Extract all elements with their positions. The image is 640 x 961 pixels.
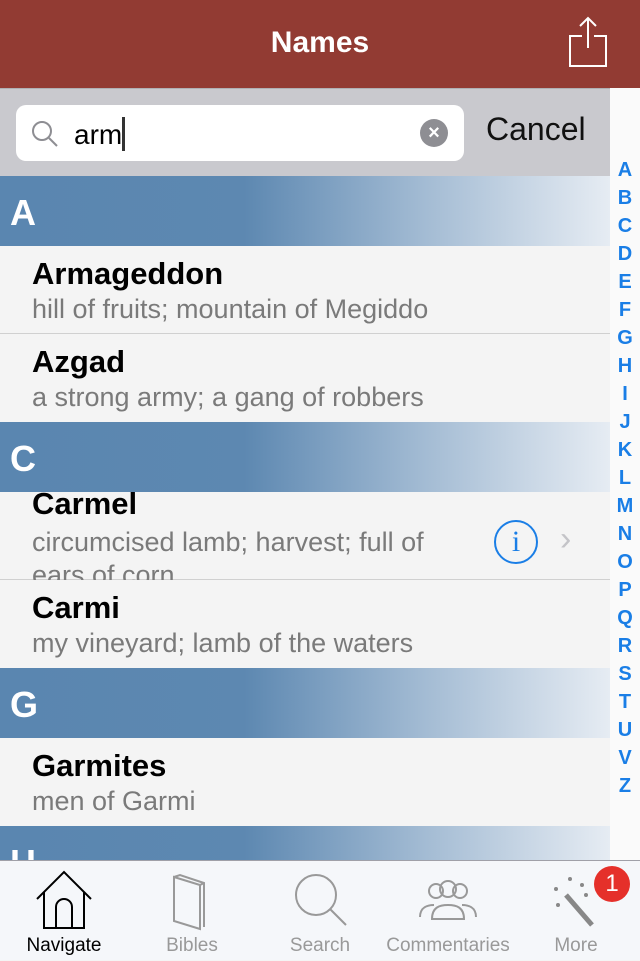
index-letter-d[interactable]: D: [610, 240, 640, 268]
list-item[interactable]: Armageddon hill of fruits; mountain of Me…: [0, 246, 610, 334]
item-meaning: my vineyard; lamb of the waters: [32, 628, 414, 658]
item-name: Garmites: [32, 748, 167, 783]
index-letter-a[interactable]: A: [610, 156, 640, 184]
index-letter-z[interactable]: Z: [610, 772, 640, 800]
tab-commentaries[interactable]: Commentaries: [384, 861, 512, 961]
index-letter-v[interactable]: V: [610, 744, 640, 772]
index-letter-q[interactable]: Q: [610, 604, 640, 632]
index-letter-r[interactable]: R: [610, 632, 640, 660]
search-value: arm: [74, 119, 123, 150]
item-name: Armageddon: [32, 256, 224, 291]
list-item[interactable]: Carmel circumcised lamb; harvest; full of…: [0, 486, 610, 590]
index-letter-l[interactable]: L: [610, 464, 640, 492]
section-header-a: A: [0, 176, 610, 246]
section-index[interactable]: ABCDEFGHIJKLMNOPQRSTUVZ: [610, 88, 640, 860]
list-item[interactable]: Azgad a strong army; a gang of robbers: [0, 334, 610, 422]
names-list: A Armageddon hill of fruits; mountain of …: [0, 176, 610, 860]
section-header-g: G: [0, 668, 610, 738]
item-name: Carmi: [32, 590, 120, 625]
tab-navigate[interactable]: Navigate: [0, 861, 128, 961]
info-icon[interactable]: i: [494, 520, 538, 564]
index-letter-f[interactable]: F: [610, 296, 640, 324]
tab-bar: Navigate Bibles Search Commentaries More: [0, 860, 640, 960]
people-icon: [419, 880, 477, 920]
list-item[interactable]: Carmi my vineyard; lamb of the waters: [0, 580, 610, 668]
index-letter-o[interactable]: O: [610, 548, 640, 576]
index-letter-b[interactable]: B: [610, 184, 640, 212]
search-input[interactable]: arm ×: [16, 105, 464, 161]
section-header-c: C: [0, 422, 610, 492]
index-letter-h[interactable]: H: [610, 352, 640, 380]
index-letter-c[interactable]: C: [610, 212, 640, 240]
share-icon[interactable]: [568, 16, 608, 68]
list-item[interactable]: Garmites men of Garmi: [0, 738, 610, 826]
book-icon: [173, 873, 205, 931]
tab-bibles[interactable]: Bibles: [128, 861, 256, 961]
index-letter-p[interactable]: P: [610, 576, 640, 604]
item-meaning: men of Garmi: [32, 786, 196, 816]
search-icon: [32, 121, 58, 147]
index-letter-t[interactable]: T: [610, 688, 640, 716]
section-header-h: H: [0, 826, 610, 860]
search-icon: [295, 874, 347, 926]
clear-search-button[interactable]: ×: [420, 119, 448, 147]
index-letter-m[interactable]: M: [610, 492, 640, 520]
index-letter-j[interactable]: J: [610, 408, 640, 436]
text-caret: [122, 117, 126, 151]
index-letter-e[interactable]: E: [610, 268, 640, 296]
chevron-right-icon[interactable]: ›: [560, 520, 571, 559]
item-name: Carmel: [32, 486, 138, 521]
house-icon: [36, 870, 92, 929]
item-name: Azgad: [32, 344, 125, 379]
navigation-bar: Names: [0, 0, 640, 88]
search-bar: arm × Cancel: [0, 88, 610, 176]
page-title: Names: [270, 26, 370, 59]
index-letter-u[interactable]: U: [610, 716, 640, 744]
tab-search[interactable]: Search: [256, 861, 384, 961]
index-letter-k[interactable]: K: [610, 436, 640, 464]
index-letter-s[interactable]: S: [610, 660, 640, 688]
index-letter-g[interactable]: G: [610, 324, 640, 352]
item-meaning: a strong army; a gang of robbers: [32, 382, 424, 412]
index-letter-i[interactable]: I: [610, 380, 640, 408]
cancel-button[interactable]: Cancel: [486, 111, 586, 148]
index-letter-n[interactable]: N: [610, 520, 640, 548]
notification-badge: 1: [594, 866, 630, 902]
item-meaning: hill of fruits; mountain of Megiddo: [32, 294, 429, 324]
